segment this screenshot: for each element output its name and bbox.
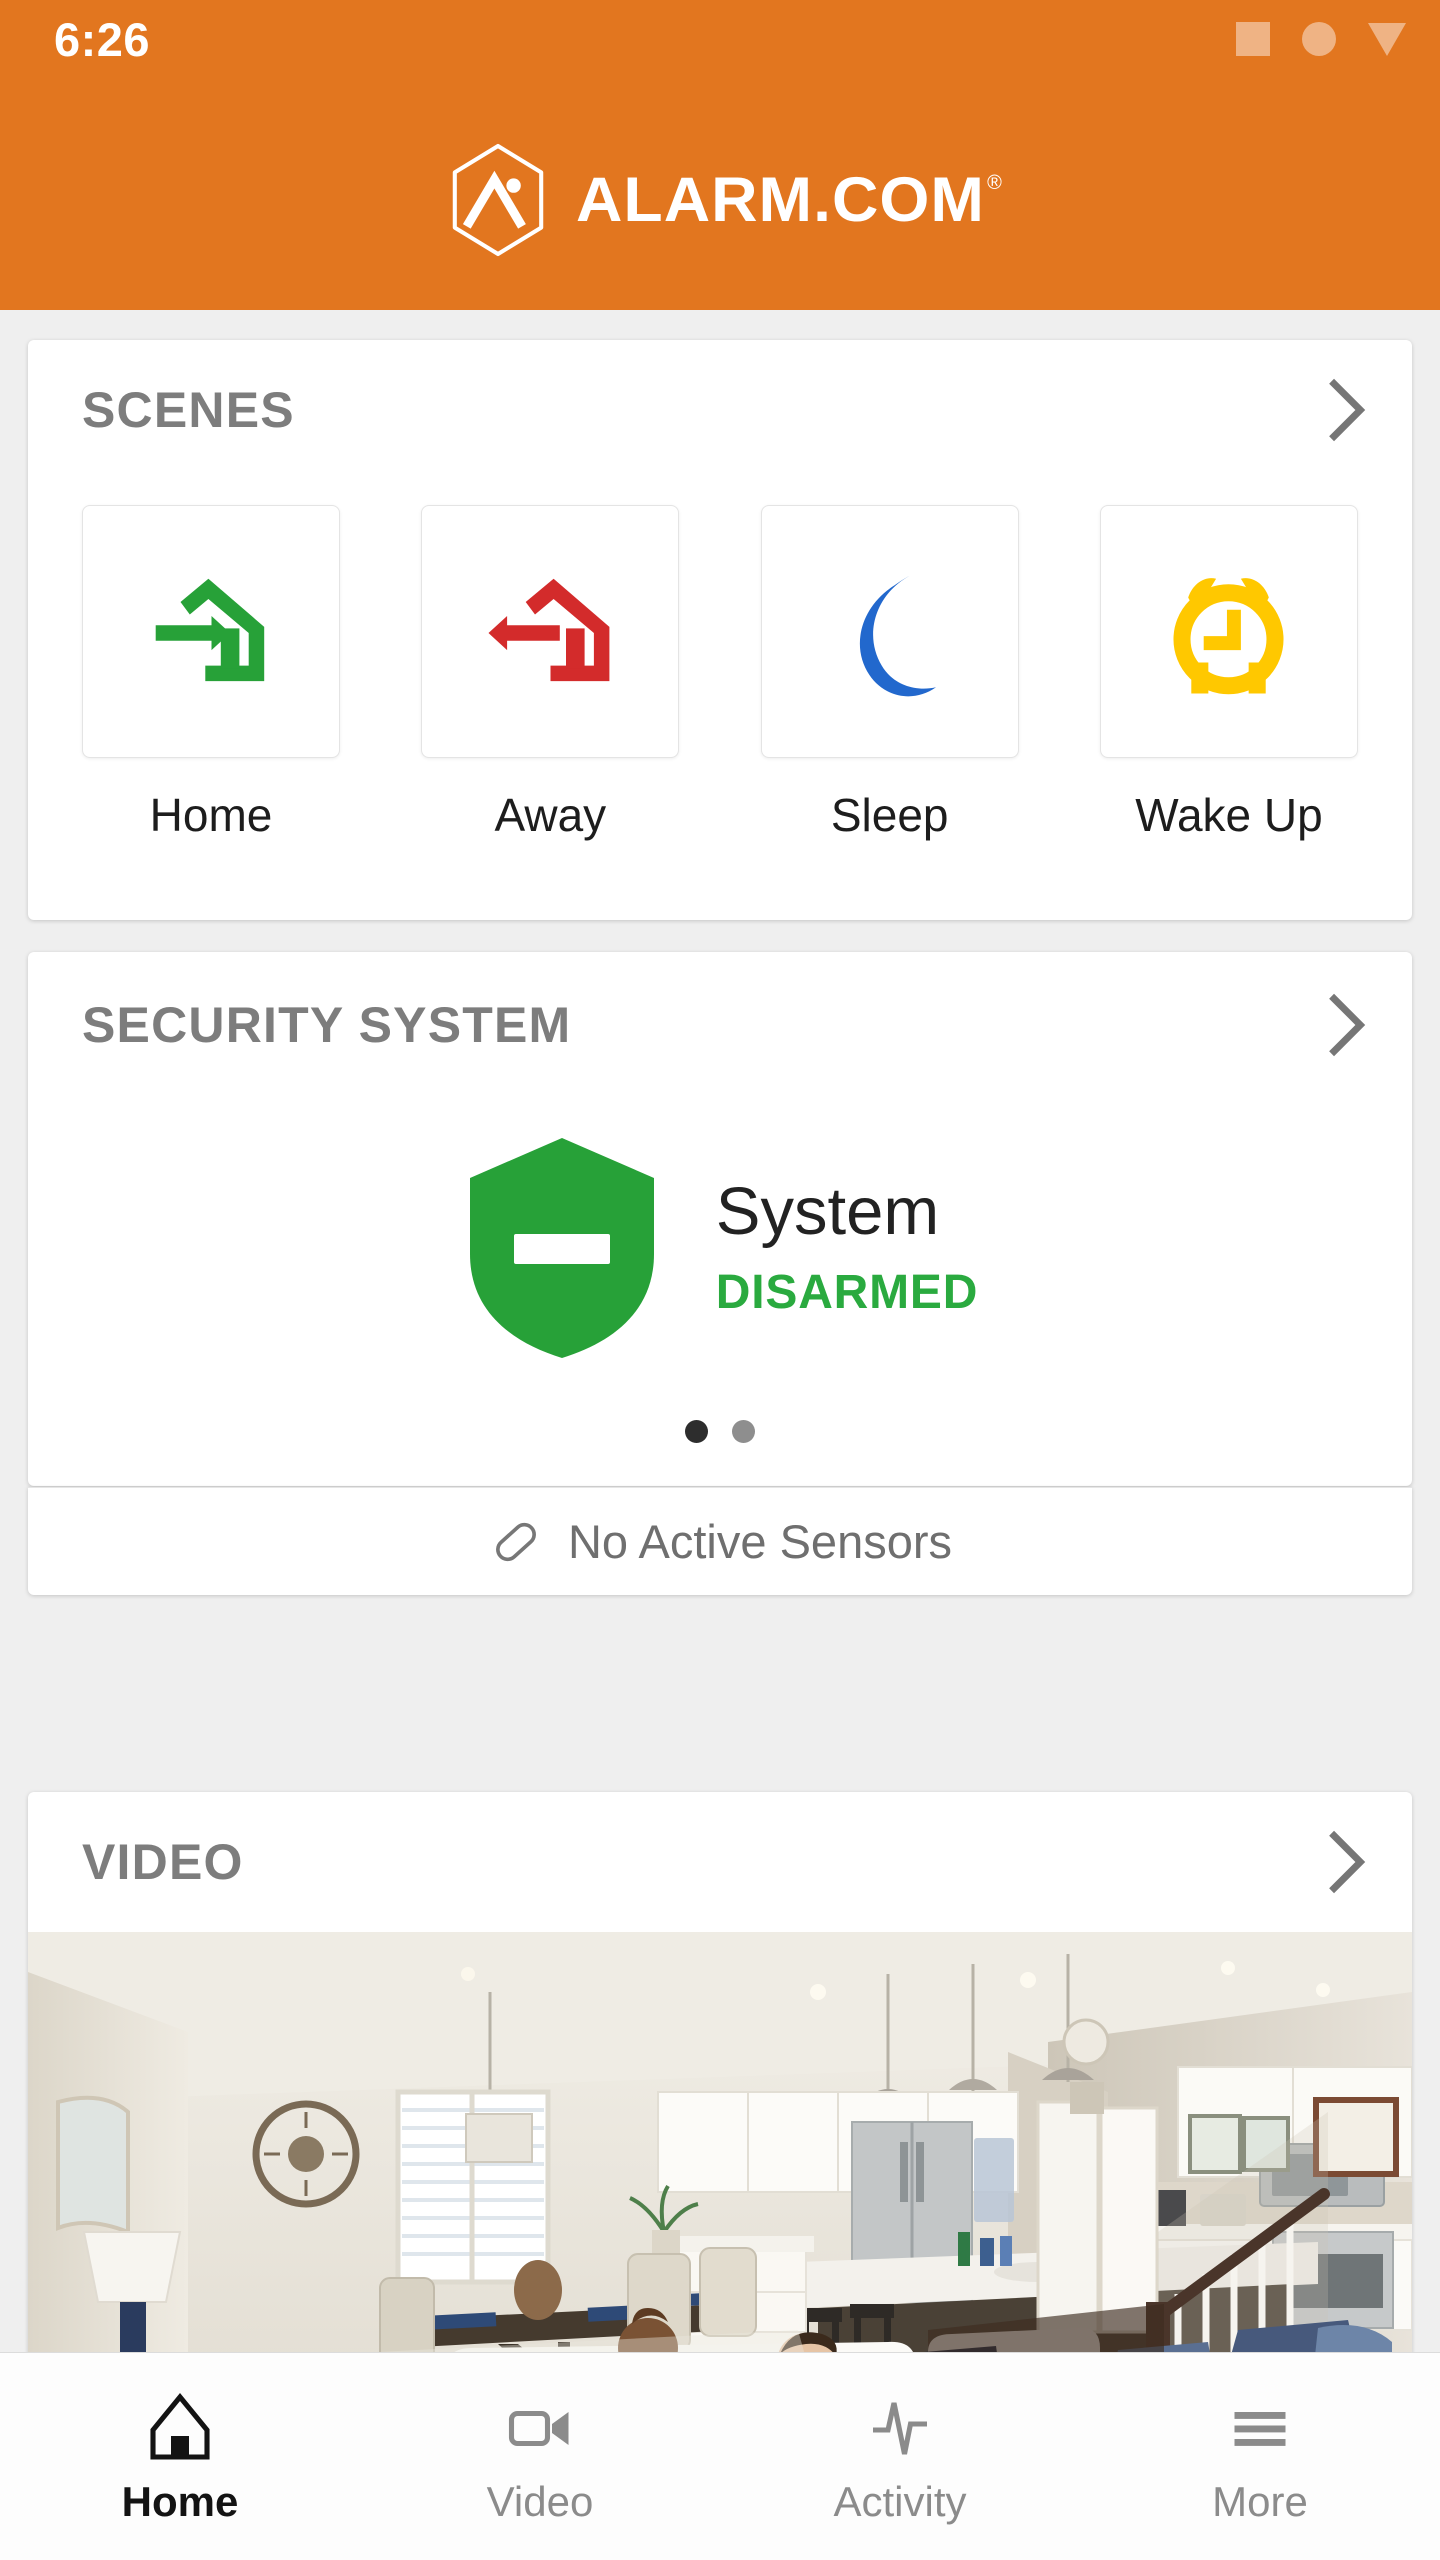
security-system-texts: System DISARMED [715, 1174, 979, 1319]
security-system-title: SECURITY SYSTEM [82, 997, 572, 1053]
green-shield-disarmed-icon [469, 1138, 654, 1358]
nav-item-video[interactable]: Video [360, 2353, 720, 2560]
status-bar: 6:26 [0, 0, 1440, 78]
scene-label: Wake Up [1135, 789, 1323, 841]
nav-label: Home [121, 2477, 239, 2525]
brand-lockup: ALARM.COM ® [0, 140, 1440, 260]
security-system-card-header[interactable]: SECURITY SYSTEM [28, 952, 1412, 1098]
status-bar-icons [1236, 22, 1406, 56]
alarm-dot-com-hexagon-logo [452, 143, 544, 257]
camera-scene-illustration [28, 1932, 1412, 2402]
nav-item-activity[interactable]: Activity [720, 2353, 1080, 2560]
scene-item-sleep[interactable]: Sleep [760, 505, 1019, 841]
house-icon [150, 2392, 210, 2460]
scenes-card: SCENES Home Away Sleep Wake Up [28, 340, 1412, 920]
scenes-title: SCENES [82, 382, 295, 438]
security-card-pager[interactable] [28, 1408, 1412, 1454]
nav-label: Activity [833, 2477, 967, 2525]
security-system-card: SECURITY SYSTEM System DISARMED [28, 952, 1412, 1486]
active-sensors-row[interactable]: No Active Sensors [28, 1487, 1412, 1595]
crescent-moon-icon [860, 575, 937, 697]
security-state-badge: DISARMED [715, 1265, 979, 1319]
pager-dot-2[interactable] [732, 1419, 755, 1443]
scene-item-away[interactable]: Away [421, 505, 680, 841]
scene-label: Home [149, 789, 273, 841]
security-panel-name: System [715, 1174, 940, 1250]
square-placeholder-icon [1236, 22, 1270, 56]
app-screen: 6:26 ALARM.COM ® SCENES Home Away Sleep … [0, 0, 1440, 2560]
camera-live-thumbnail[interactable] [28, 1932, 1412, 2402]
chevron-right-icon[interactable] [1322, 1829, 1368, 1895]
video-camera-icon [508, 2410, 569, 2446]
circle-placeholder-icon [1302, 22, 1336, 56]
scene-item-home[interactable]: Home [82, 505, 340, 838]
chevron-right-icon[interactable] [1322, 992, 1368, 1058]
alarm-clock-icon [1173, 578, 1285, 695]
scene-tile-wakeup[interactable] [1099, 505, 1358, 758]
nav-label: More [1212, 2477, 1308, 2525]
video-title: VIDEO [82, 1834, 244, 1890]
hamburger-menu-icon [1234, 2411, 1286, 2446]
security-system-status[interactable]: System DISARMED [28, 1098, 1412, 1408]
scene-tile-away[interactable] [421, 505, 680, 758]
pulse-wave-icon [873, 2401, 927, 2455]
nav-item-more[interactable]: More [1080, 2353, 1440, 2560]
brand-wordmark: ALARM.COM ® [576, 168, 1002, 232]
bottom-navigation-bar: Home Video Activity More [0, 2352, 1440, 2560]
registered-trademark-symbol: ® [987, 171, 1002, 194]
scene-item-wakeup[interactable]: Wake Up [1099, 505, 1358, 841]
scenes-card-header[interactable]: SCENES [28, 340, 1412, 480]
nav-label: Video [486, 2477, 594, 2525]
contact-sensor-icon [496, 1522, 536, 1561]
video-card: VIDEO [28, 1792, 1412, 2402]
arrow-into-house-icon [155, 578, 264, 682]
arrow-out-of-house-icon [488, 578, 610, 682]
scene-tile-home[interactable] [82, 505, 340, 758]
scene-label: Away [494, 789, 607, 841]
brand-name: ALARM.COM [576, 164, 986, 235]
active-sensors-label: No Active Sensors [567, 1515, 952, 1568]
pager-dot-1[interactable] [685, 1419, 708, 1443]
scene-label: Sleep [830, 789, 949, 841]
scene-tile-sleep[interactable] [760, 505, 1019, 758]
triangle-down-placeholder-icon [1368, 22, 1406, 56]
chevron-right-icon[interactable] [1322, 377, 1368, 443]
app-header: 6:26 ALARM.COM ® [0, 0, 1440, 310]
scenes-list: Home Away Sleep Wake Up [28, 480, 1412, 838]
status-bar-clock: 6:26 [54, 12, 151, 66]
nav-item-home[interactable]: Home [0, 2353, 360, 2560]
video-card-header[interactable]: VIDEO [28, 1792, 1412, 1932]
